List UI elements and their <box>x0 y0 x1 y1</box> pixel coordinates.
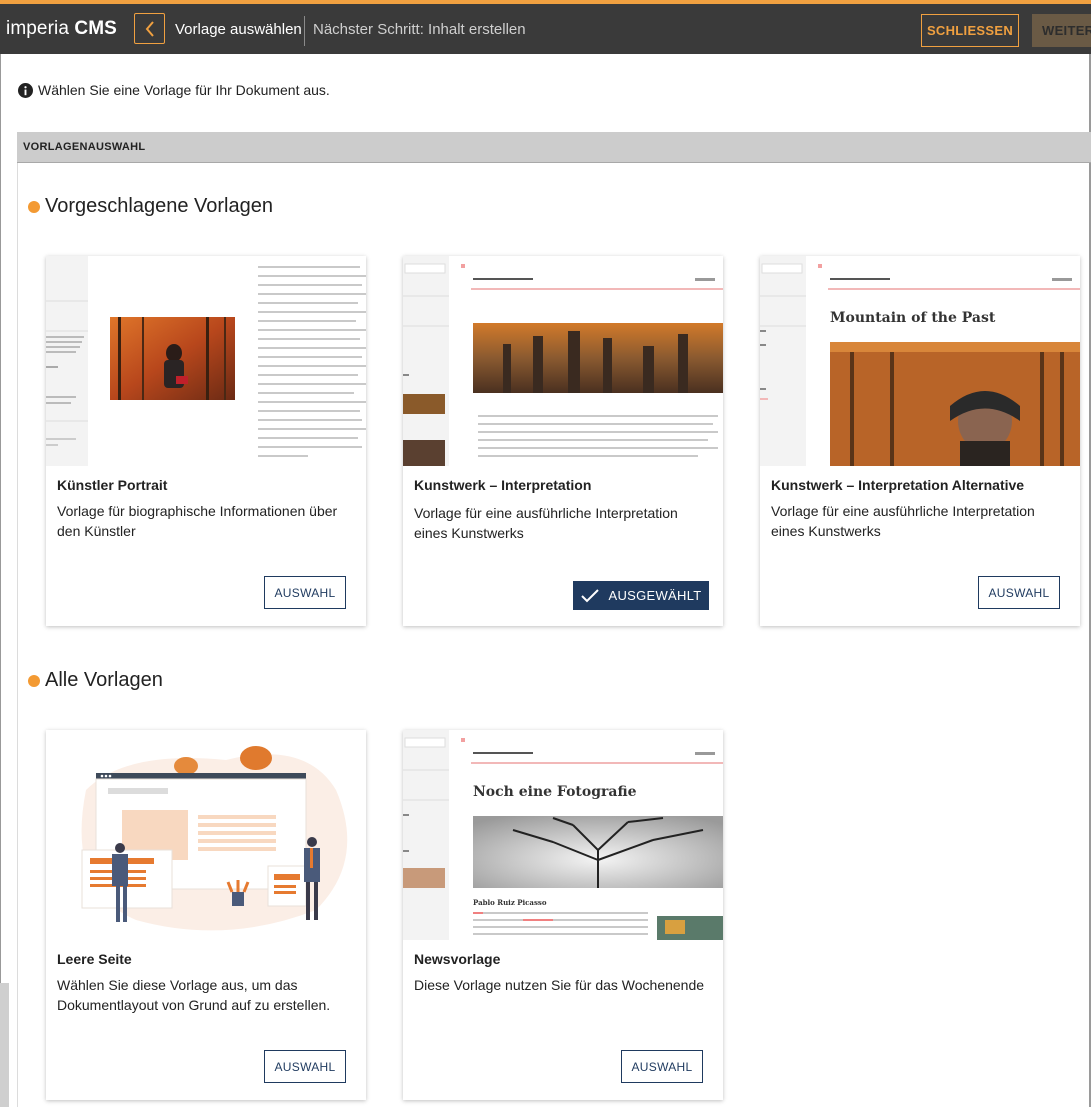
template-title: Newsvorlage <box>414 951 501 967</box>
selected-button[interactable]: AUSGEWÄHLT <box>573 581 709 610</box>
thumbnail-heading: Mountain of the Past <box>830 310 996 326</box>
template-thumbnail <box>46 730 366 940</box>
info-message: Wählen Sie eine Vorlage für Ihr Dokument… <box>18 82 330 98</box>
info-text: Wählen Sie eine Vorlage für Ihr Dokument… <box>38 82 330 98</box>
group-title-all: Alle Vorlagen <box>28 669 163 692</box>
top-bar: imperia CMS Vorlage auswählen Nächster S… <box>0 0 1091 54</box>
close-button[interactable]: SCHLIESSEN <box>921 14 1019 47</box>
select-button[interactable]: AUSWAHL <box>264 576 346 609</box>
section-header: VORLAGENAUSWAHL <box>17 132 1091 163</box>
step-divider <box>304 16 305 46</box>
thumbnail-author: Pablo Ruiz Picasso <box>473 898 547 907</box>
template-thumbnail <box>46 256 366 466</box>
group-title-text: Alle Vorlagen <box>45 669 163 691</box>
frame-border-left <box>0 54 1 1107</box>
template-card-news[interactable]: Noch eine Fotografie Pablo Ruiz Picasso … <box>403 730 723 1100</box>
thumbnail-heading: Noch eine Fotografie <box>473 784 637 800</box>
scrollbar[interactable] <box>0 983 9 1107</box>
template-card-artist-portrait[interactable]: Künstler Portrait Vorlage für biographis… <box>46 256 366 626</box>
checkmark-icon <box>581 588 600 602</box>
template-thumbnail <box>403 256 723 466</box>
select-button[interactable]: AUSWAHL <box>978 576 1060 609</box>
select-button[interactable]: AUSWAHL <box>621 1050 703 1083</box>
group-title-text: Vorgeschlagene Vorlagen <box>45 195 273 217</box>
template-description: Wählen Sie diese Vorlage aus, um das Dok… <box>57 977 331 1013</box>
template-title: Kunstwerk – Interpretation Alternative <box>771 477 1025 493</box>
template-title: Leere Seite <box>57 951 132 967</box>
section-title: VORLAGENAUSWAHL <box>23 141 146 153</box>
template-title: Künstler Portrait <box>57 477 168 493</box>
template-title: Kunstwerk – Interpretation <box>414 477 592 493</box>
logo-text: imperia <box>6 18 69 39</box>
logo-text-bold: CMS <box>74 18 117 39</box>
bullet-dot <box>28 200 40 213</box>
next-step-hint: Nächster Schritt: Inhalt erstellen <box>313 21 526 38</box>
back-button[interactable] <box>134 13 165 44</box>
template-description: Diese Vorlage nutzen Sie für das Wochene… <box>414 977 705 993</box>
template-thumbnail: Mountain of the Past <box>760 256 1080 466</box>
template-thumbnail: Noch eine Fotografie Pablo Ruiz Picasso <box>403 730 723 940</box>
template-card-artwork-interpretation-alt[interactable]: Mountain of the Past Kunstwerk – Interpr… <box>760 256 1080 626</box>
template-card-artwork-interpretation[interactable]: Kunstwerk – Interpretation Vorlage für e… <box>403 256 723 626</box>
select-button[interactable]: AUSWAHL <box>264 1050 346 1083</box>
template-description: Vorlage für eine ausführliche Interpreta… <box>414 505 678 541</box>
template-description: Vorlage für biographische Informationen … <box>57 503 338 539</box>
template-card-blank-page[interactable]: Leere Seite Wählen Sie diese Vorlage aus… <box>46 730 366 1100</box>
bullet-dot <box>28 674 40 687</box>
group-title-suggested: Vorgeschlagene Vorlagen <box>28 195 273 218</box>
info-icon <box>18 82 33 98</box>
next-button[interactable]: WEITER <box>1032 14 1091 47</box>
panel-border <box>17 163 18 1107</box>
template-description: Vorlage für eine ausführliche Interpreta… <box>771 503 1035 539</box>
logo: imperia CMS <box>6 18 117 40</box>
chevron-left-icon <box>145 20 154 37</box>
selected-button-label: AUSGEWÄHLT <box>608 588 702 603</box>
current-step: Vorlage auswählen <box>175 21 302 38</box>
